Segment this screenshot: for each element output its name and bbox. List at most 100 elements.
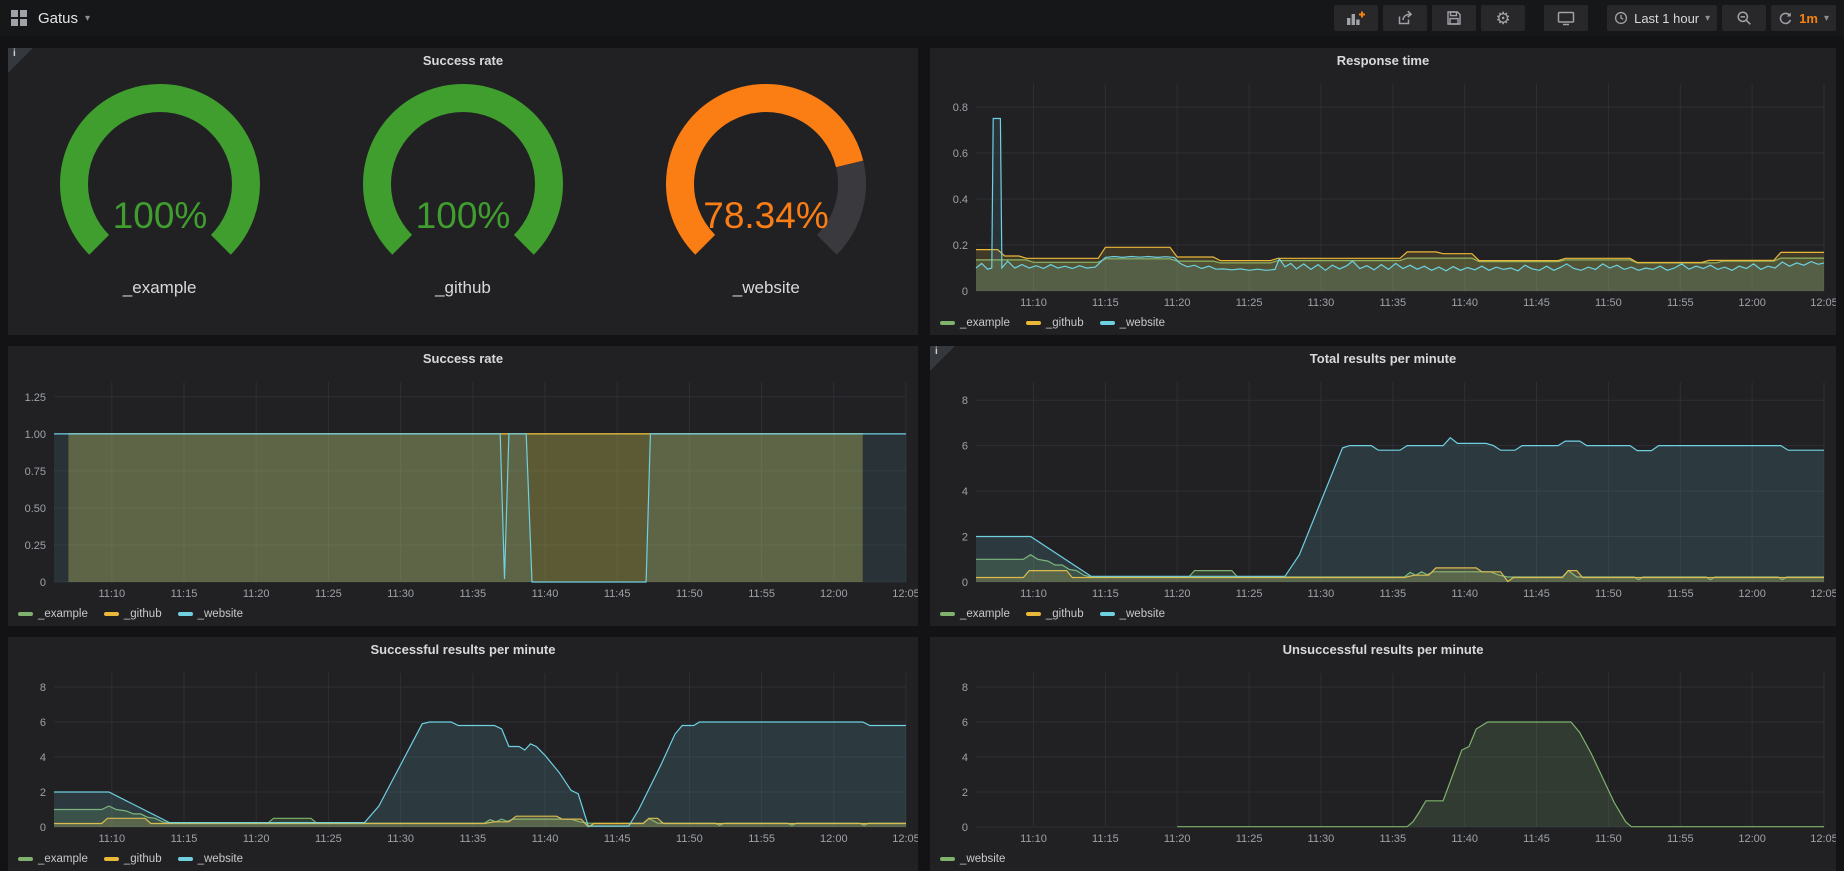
panel-success-rate-gauges: Success rate 100% _example 100% _github78… — [8, 48, 918, 335]
add-panel-button[interactable] — [1334, 5, 1378, 31]
time-range-label: Last 1 hour — [1634, 11, 1699, 26]
svg-text:11:25: 11:25 — [1236, 588, 1263, 600]
svg-text:8: 8 — [962, 395, 968, 407]
svg-text:11:45: 11:45 — [1523, 297, 1550, 309]
gauge-_website: 78.34% _website — [615, 74, 918, 335]
svg-text:11:35: 11:35 — [459, 588, 486, 600]
svg-text:11:55: 11:55 — [1667, 588, 1694, 600]
legend-item-_github[interactable]: _github — [104, 608, 162, 620]
svg-text:11:40: 11:40 — [532, 588, 559, 600]
panel-title[interactable]: Unsuccessful results per minute — [930, 637, 1836, 663]
svg-text:12:00: 12:00 — [1738, 588, 1766, 600]
successful-results-chart[interactable]: 11:1011:1511:2011:2511:3011:3511:4011:45… — [8, 663, 918, 847]
svg-text:11:15: 11:15 — [1092, 588, 1119, 600]
settings-gear-icon[interactable]: ⚙ — [1481, 5, 1525, 31]
svg-text:11:50: 11:50 — [1595, 588, 1622, 600]
legend-swatch — [1026, 321, 1041, 325]
panel-title[interactable]: Response time — [930, 48, 1836, 74]
svg-text:0: 0 — [40, 822, 46, 834]
gauge-_github: 100% _github — [311, 74, 614, 335]
legend-item-_website[interactable]: _website — [1100, 608, 1165, 620]
legend-item-_website[interactable]: _website — [178, 853, 243, 865]
legend-swatch — [104, 857, 119, 861]
svg-text:2: 2 — [40, 787, 46, 799]
save-icon[interactable] — [1432, 5, 1476, 31]
svg-text:11:45: 11:45 — [1523, 588, 1550, 600]
panel-unsuccessful-results: Unsuccessful results per minute 11:10 11:… — [930, 637, 1836, 871]
svg-text:11:10: 11:10 — [98, 833, 125, 845]
svg-text:2: 2 — [962, 787, 968, 799]
legend-swatch — [940, 321, 955, 325]
legend-item-_website[interactable]: _website — [178, 608, 243, 620]
legend-item-_example[interactable]: _example — [18, 853, 88, 865]
legend-item-_github[interactable]: _github — [1026, 608, 1084, 620]
panel-title[interactable]: Success rate — [8, 48, 918, 74]
legend-item-_github[interactable]: _github — [1026, 317, 1084, 329]
gauge-label: _website — [733, 278, 800, 298]
legend-item-_example[interactable]: _example — [940, 317, 1010, 329]
panel-response-time: Response time 11:1011:1511:2011:2511:301… — [930, 48, 1836, 335]
refresh-icon — [1778, 11, 1793, 26]
panel-title[interactable]: Total results per minute — [930, 346, 1836, 372]
svg-text:11:50: 11:50 — [1595, 833, 1622, 845]
svg-text:12:05: 12:05 — [892, 833, 918, 845]
svg-text:11:55: 11:55 — [748, 588, 775, 600]
refresh-interval-label: 1m — [1799, 11, 1818, 26]
svg-text:12:05: 12:05 — [892, 588, 918, 600]
gauge-row: 100% _example 100% _github78.34% _website — [8, 74, 918, 335]
success-rate-chart[interactable]: 11:1011:1511:2011:2511:3011:3511:4011:45… — [8, 372, 918, 602]
dashboard-title[interactable]: Gatus ▾ — [38, 10, 90, 27]
gauge-arc: 100% — [10, 80, 310, 276]
chart-legend: _example _github _website — [930, 311, 1836, 335]
unsuccessful-results-chart[interactable]: 11:1011:1511:2011:2511:3011:3511:4011:45… — [930, 663, 1836, 847]
legend-item-_example[interactable]: _example — [18, 608, 88, 620]
svg-text:11:30: 11:30 — [1308, 297, 1335, 309]
svg-text:11:10: 11:10 — [1020, 588, 1047, 600]
svg-text:0: 0 — [962, 286, 968, 298]
gauge-label: _example — [123, 278, 197, 298]
svg-text:12:00: 12:00 — [1738, 833, 1766, 845]
legend-swatch — [178, 857, 193, 861]
zoom-out-button[interactable] — [1722, 5, 1766, 31]
panel-title[interactable]: Successful results per minute — [8, 637, 918, 663]
svg-text:0.6: 0.6 — [953, 148, 968, 160]
legend-swatch — [1100, 321, 1115, 325]
svg-text:8: 8 — [962, 682, 968, 694]
svg-text:11:40: 11:40 — [532, 833, 559, 845]
navbar: Gatus ▾ ⚙ Last 1 hour ▾ 1m ▾ — [0, 0, 1844, 36]
legend-item-_example[interactable]: _example — [940, 608, 1010, 620]
info-icon[interactable]: i — [8, 48, 33, 73]
svg-text:0: 0 — [962, 822, 968, 834]
svg-text:11:25: 11:25 — [1236, 833, 1263, 845]
chevron-down-icon: ▾ — [1705, 13, 1710, 24]
response-time-chart[interactable]: 11:1011:1511:2011:2511:3011:3511:4011:45… — [930, 74, 1836, 311]
time-range-picker[interactable]: Last 1 hour ▾ — [1607, 5, 1717, 31]
refresh-button[interactable]: 1m ▾ — [1771, 5, 1836, 31]
legend-item-_website[interactable]: _website — [940, 853, 1005, 865]
total-results-chart[interactable]: 11:1011:1511:2011:2511:3011:3511:4011:45… — [930, 372, 1836, 602]
share-icon[interactable] — [1383, 5, 1427, 31]
svg-text:12:00: 12:00 — [820, 588, 848, 600]
svg-text:11:40: 11:40 — [1451, 588, 1478, 600]
chart-legend: _example _github _website — [930, 602, 1836, 626]
svg-text:11:55: 11:55 — [748, 833, 775, 845]
svg-text:11:25: 11:25 — [1236, 297, 1263, 309]
svg-text:11:35: 11:35 — [1379, 297, 1406, 309]
svg-text:11:20: 11:20 — [1164, 588, 1191, 600]
legend-swatch — [178, 612, 193, 616]
svg-text:11:30: 11:30 — [387, 588, 414, 600]
legend-swatch — [18, 857, 33, 861]
svg-text:1.00: 1.00 — [25, 429, 46, 441]
dashboard-title-text: Gatus — [38, 10, 78, 27]
panel-title[interactable]: Success rate — [8, 346, 918, 372]
tv-mode-icon[interactable] — [1544, 5, 1588, 31]
info-icon[interactable]: i — [930, 346, 955, 371]
legend-swatch — [1100, 612, 1115, 616]
clock-icon — [1614, 11, 1628, 25]
svg-text:8: 8 — [40, 682, 46, 694]
dashboard-grid-icon[interactable] — [10, 9, 28, 27]
svg-text:11:10: 11:10 — [1020, 833, 1047, 845]
svg-text:11:45: 11:45 — [1523, 833, 1550, 845]
legend-item-_website[interactable]: _website — [1100, 317, 1165, 329]
legend-item-_github[interactable]: _github — [104, 853, 162, 865]
